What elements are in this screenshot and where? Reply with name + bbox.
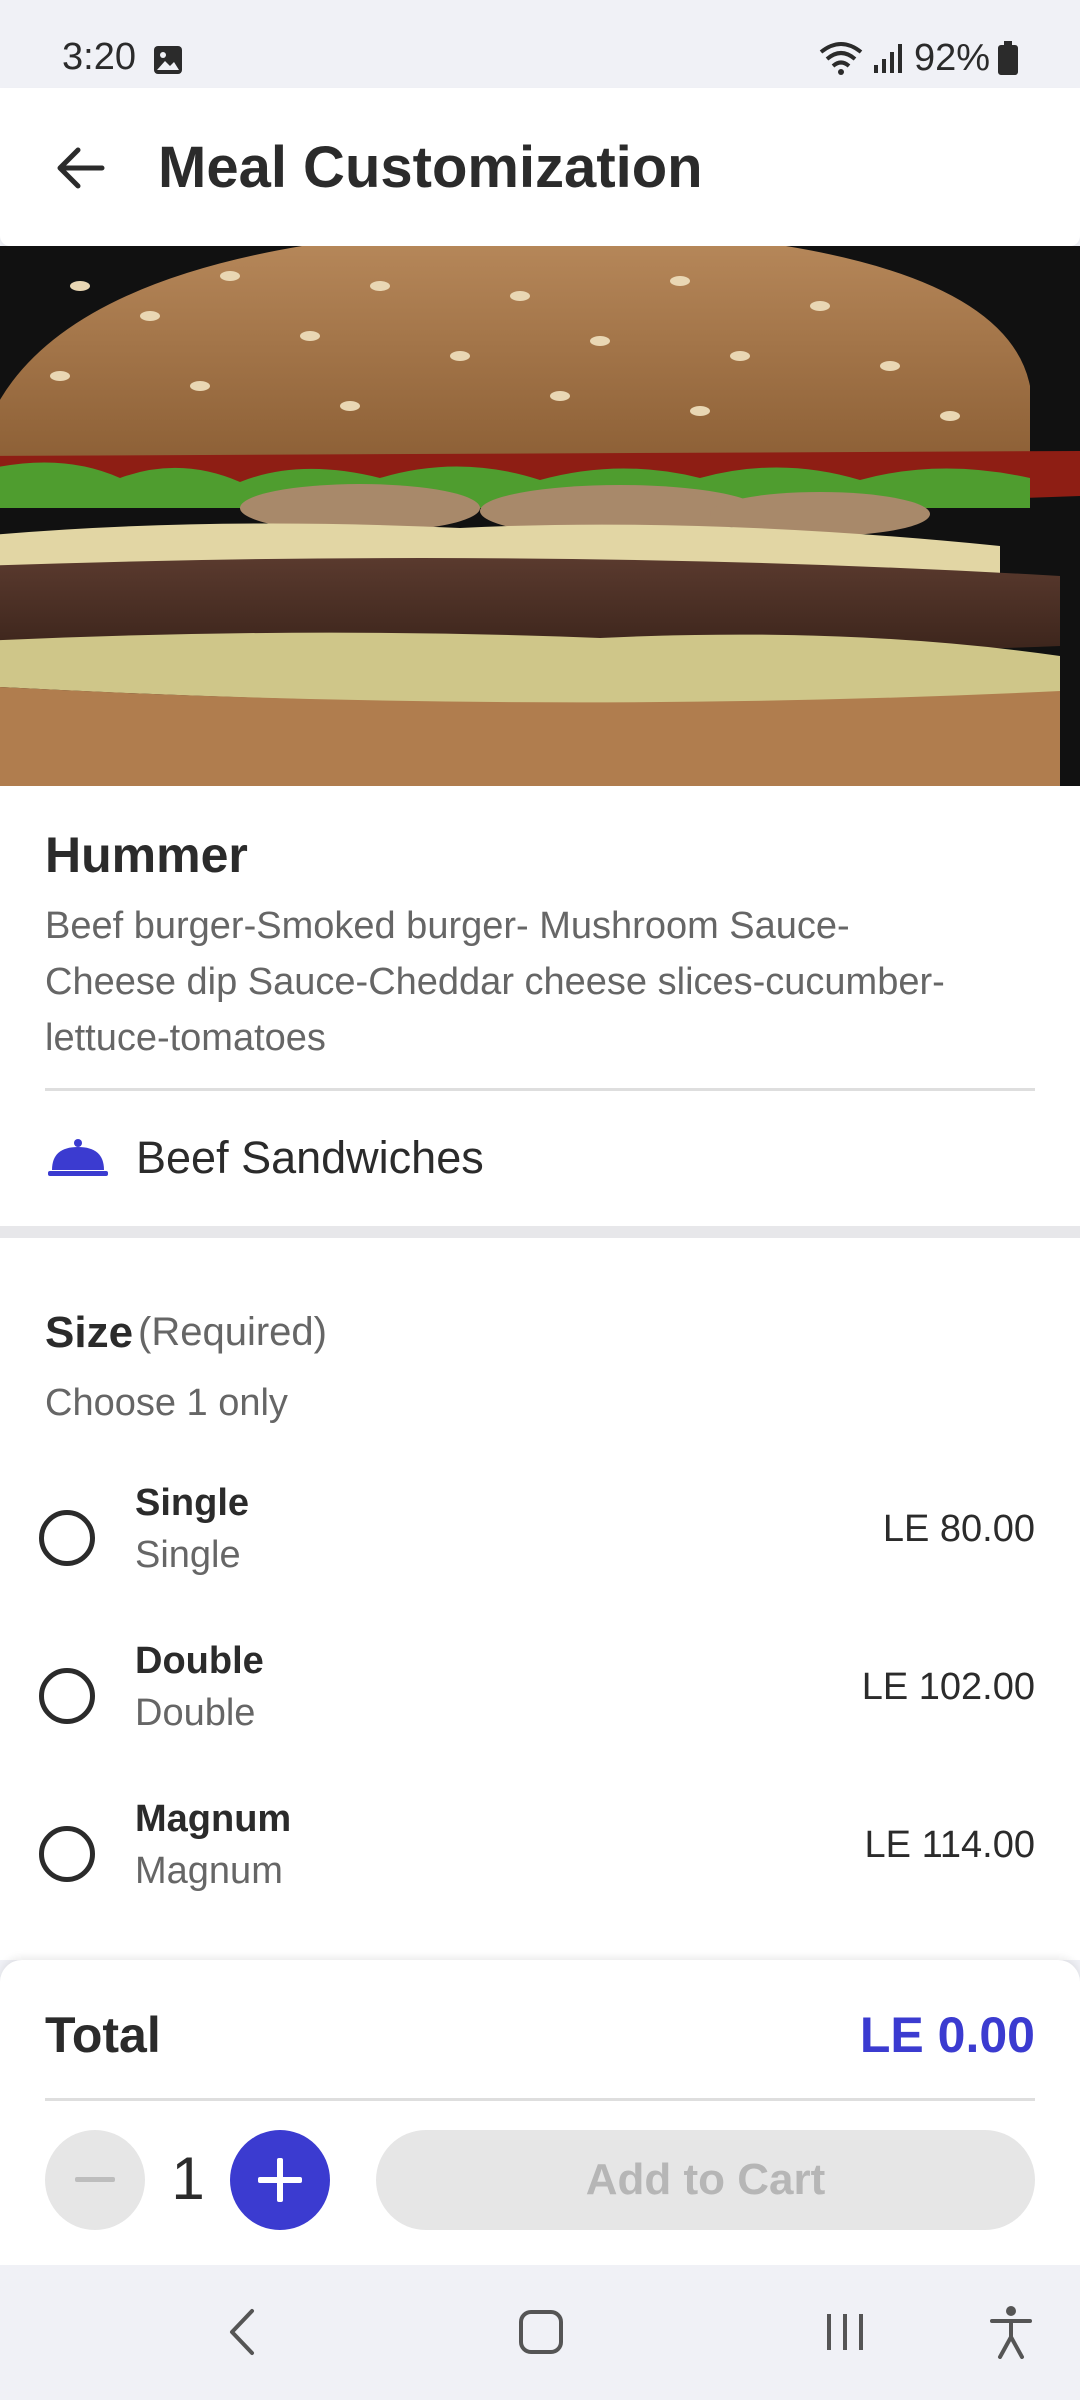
meal-image [0,246,1080,786]
category-label: Beef Sandwiches [136,1132,484,1183]
size-option-single[interactable]: Single Single LE 80.00 [0,1470,1080,1610]
nav-back-button[interactable] [206,2297,276,2367]
nav-home-button[interactable] [506,2297,576,2367]
option-name: Magnum [135,1798,292,1840]
meal-name: Hummer [45,827,248,883]
option-subtitle: Single [135,1534,241,1576]
battery-icon [998,41,1018,75]
quantity-value: 1 [171,2145,205,2212]
option-subtitle: Double [135,1692,256,1734]
app-bar: Meal Customization [0,88,1080,246]
burger-illustration [0,246,1080,786]
size-option-double[interactable]: Double Double LE 102.00 [0,1628,1080,1768]
decrease-quantity-button[interactable] [45,2130,145,2230]
accessibility-icon [990,2306,1032,2359]
status-indicators: 92% [818,36,1018,80]
battery-percent: 92% [913,36,990,79]
divider [45,2098,1035,2101]
gallery-notification-icon [154,46,182,74]
meal-details: Hummer Beef burger-Smoked burger- Mushro… [0,786,1080,1960]
recents-icon [827,2314,863,2350]
radio-button[interactable] [39,1510,95,1566]
status-bar: 3:20 92% [0,0,1080,88]
nav-recents-button[interactable] [810,2297,880,2367]
radio-button[interactable] [39,1826,95,1882]
option-name: Double [135,1640,264,1682]
accessibility-button[interactable] [976,2297,1046,2367]
back-button[interactable] [40,128,120,208]
size-required-label: (Required) [138,1310,327,1354]
plus-icon [258,2158,302,2202]
cloche-icon [48,1139,108,1176]
home-square-icon [519,2310,563,2354]
minus-icon [75,2177,115,2182]
total-label: Total [45,2007,161,2063]
divider [45,1088,1035,1091]
option-subtitle: Magnum [135,1850,283,1892]
option-price: LE 102.00 [861,1666,1035,1708]
wifi-icon [819,42,863,75]
total-value: LE 0.00 [859,2007,1035,2063]
option-price: LE 114.00 [864,1824,1035,1866]
meal-description: Beef burger-Smoked burger- Mushroom Sauc… [45,905,945,1059]
system-nav-bar [0,2265,1080,2400]
signal-icon [873,44,902,73]
cart-panel: Total LE 0.00 1 Add to Cart [0,1960,1080,2265]
section-divider [0,1226,1080,1238]
increase-quantity-button[interactable] [230,2130,330,2230]
size-option-magnum[interactable]: Magnum Magnum LE 114.00 [0,1786,1080,1926]
size-title: Size [45,1308,134,1357]
chevron-left-icon [230,2309,254,2355]
radio-button[interactable] [39,1668,95,1724]
add-to-cart-button[interactable]: Add to Cart [376,2130,1035,2230]
page-title: Meal Customization [158,135,703,200]
status-time: 3:20 [62,36,136,78]
size-hint: Choose 1 only [45,1382,288,1424]
arrow-left-icon [57,147,105,189]
option-name: Single [135,1482,250,1524]
option-price: LE 80.00 [882,1508,1035,1550]
